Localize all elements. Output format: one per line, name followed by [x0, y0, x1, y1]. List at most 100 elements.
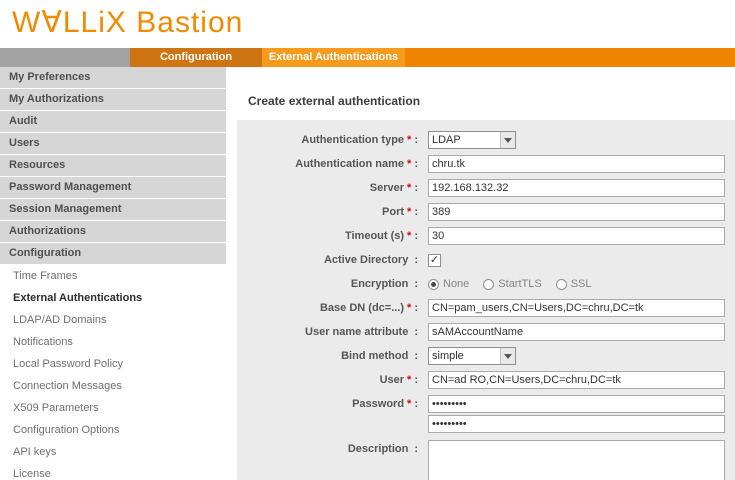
field-label: Encryption [351, 278, 408, 290]
label-colon: : [414, 230, 418, 242]
header: W∀LLiX Bastion [0, 0, 735, 48]
label-colon: : [414, 182, 418, 194]
required-asterisk: * [407, 230, 411, 242]
label-colon: : [414, 443, 418, 455]
label-colon: : [414, 158, 418, 170]
encryption-none-radio[interactable] [428, 279, 439, 290]
sidebar-item-users[interactable]: Users [0, 133, 226, 154]
form-row-password-confirm [245, 414, 730, 434]
authentication-name-input[interactable] [428, 155, 725, 173]
sidebar-subitem-local-password-policy[interactable]: Local Password Policy [0, 353, 226, 375]
tab-configuration[interactable]: Configuration [130, 48, 262, 67]
label-colon: : [414, 398, 418, 410]
sidebar-subitem-time-frames[interactable]: Time Frames [0, 265, 226, 287]
required-asterisk: * [407, 302, 411, 314]
user-name-attribute-input[interactable] [428, 323, 725, 341]
nav-gray-segment [0, 48, 130, 67]
authentication-type-select[interactable]: LDAP [428, 131, 516, 149]
field-label: Password [352, 398, 404, 410]
sidebar-subitem-connection-messages[interactable]: Connection Messages [0, 375, 226, 397]
required-asterisk: * [407, 206, 411, 218]
label-colon: : [414, 278, 418, 290]
field-label: Description [348, 443, 409, 455]
form-row-authentication-type: Authentication type*: LDAP [245, 130, 730, 150]
sidebar-item-authorizations[interactable]: Authorizations [0, 221, 226, 242]
field-label: User [380, 374, 404, 386]
dropdown-arrow-icon [500, 132, 515, 148]
form-row-active-directory: Active Directory: ✓ [245, 250, 730, 270]
form-row-encryption: Encryption: None StartTLS SSL [245, 274, 730, 294]
selected-option: simple [429, 350, 500, 362]
label-colon: : [414, 326, 418, 338]
label-colon: : [414, 350, 418, 362]
field-label: Base DN (dc=...) [320, 302, 404, 314]
sidebar-subitem-ldap-ad-domains[interactable]: LDAP/AD Domains [0, 309, 226, 331]
form-row-base-dn: Base DN (dc=...)*: [245, 298, 730, 318]
form-row-bind-method: Bind method: simple [245, 346, 730, 366]
label-colon: : [414, 254, 418, 266]
server-input[interactable] [428, 179, 725, 197]
sidebar: My Preferences My Authorizations Audit U… [0, 67, 226, 480]
label-colon: : [414, 302, 418, 314]
description-textarea[interactable] [428, 440, 725, 480]
logo-w: W [12, 6, 41, 39]
field-label: User name attribute [305, 326, 408, 338]
user-input[interactable] [428, 371, 725, 389]
encryption-starttls-radio[interactable] [483, 279, 494, 290]
form-row-authentication-name: Authentication name*: [245, 154, 730, 174]
form-row-password: Password*: [245, 394, 730, 414]
sidebar-subitem-notifications[interactable]: Notifications [0, 331, 226, 353]
label-colon: : [414, 134, 418, 146]
encryption-ssl-label: SSL [571, 278, 592, 290]
port-input[interactable] [428, 203, 725, 221]
field-label: Active Directory [324, 254, 408, 266]
required-asterisk: * [407, 374, 411, 386]
form-row-user-name-attribute: User name attribute: [245, 322, 730, 342]
tab-external-authentications[interactable]: External Authentications [262, 48, 405, 67]
active-directory-checkbox[interactable]: ✓ [428, 254, 441, 267]
required-asterisk: * [407, 158, 411, 170]
logo-inverted-a: ∀ [41, 6, 63, 39]
sidebar-subitem-x509-parameters[interactable]: X509 Parameters [0, 397, 226, 419]
password-input[interactable] [428, 395, 725, 413]
logo-product: Bastion [136, 6, 243, 39]
sidebar-subitem-license[interactable]: License [0, 463, 226, 480]
bind-method-select[interactable]: simple [428, 347, 516, 365]
required-asterisk: * [407, 398, 411, 410]
wallix-logo: W∀LLiX Bastion [12, 5, 243, 40]
sidebar-item-audit[interactable]: Audit [0, 111, 226, 132]
sidebar-subitem-api-keys[interactable]: API keys [0, 441, 226, 463]
field-label: Authentication name [295, 158, 404, 170]
dropdown-arrow-icon [500, 348, 515, 364]
required-asterisk: * [407, 182, 411, 194]
field-label: Authentication type [301, 134, 404, 146]
field-label: Bind method [341, 350, 408, 362]
sidebar-item-configuration[interactable]: Configuration [0, 243, 226, 264]
sidebar-item-my-preferences[interactable]: My Preferences [0, 67, 226, 88]
sidebar-subitem-configuration-options[interactable]: Configuration Options [0, 419, 226, 441]
field-label: Server [370, 182, 404, 194]
sidebar-item-resources[interactable]: Resources [0, 155, 226, 176]
sidebar-subitem-external-authentications[interactable]: External Authentications [0, 287, 226, 309]
encryption-ssl-radio[interactable] [556, 279, 567, 290]
timeout-input[interactable] [428, 227, 725, 245]
sidebar-item-my-authorizations[interactable]: My Authorizations [0, 89, 226, 110]
base-dn-input[interactable] [428, 299, 725, 317]
form-row-port: Port*: [245, 202, 730, 222]
selected-option: LDAP [429, 134, 500, 146]
logo-llix: LLiX [63, 6, 127, 39]
form-row-timeout: Timeout (s)*: [245, 226, 730, 246]
sidebar-item-password-management[interactable]: Password Management [0, 177, 226, 198]
password-confirm-input[interactable] [428, 415, 725, 433]
form-row-user: User*: [245, 370, 730, 390]
page-title: Create external authentication [248, 94, 420, 108]
form-row-server: Server*: [245, 178, 730, 198]
nav-bar: Configuration External Authentications [0, 48, 735, 67]
sidebar-item-session-management[interactable]: Session Management [0, 199, 226, 220]
field-label: Timeout (s) [345, 230, 404, 242]
encryption-none-label: None [443, 278, 469, 290]
field-label: Port [382, 206, 404, 218]
required-asterisk: * [407, 134, 411, 146]
encryption-starttls-label: StartTLS [498, 278, 541, 290]
label-colon: : [414, 206, 418, 218]
